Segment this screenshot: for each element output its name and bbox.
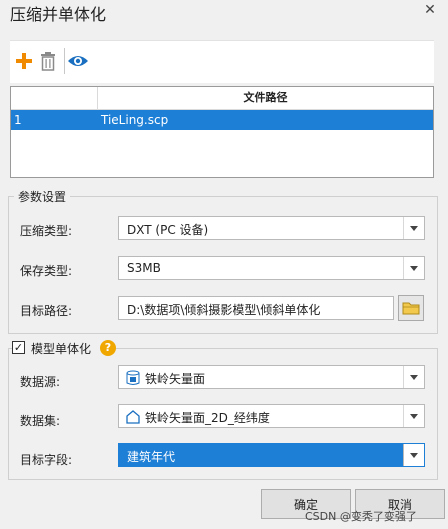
trash-icon[interactable]: [37, 51, 59, 71]
table-row[interactable]: 1 TieLing.scp: [11, 110, 433, 130]
window-title: 压缩并单体化: [10, 5, 107, 24]
browse-folder-button[interactable]: [398, 295, 424, 321]
chevron-down-icon[interactable]: [403, 405, 424, 427]
toolbar-separator: [64, 48, 65, 74]
datasource-label: 数据源:: [20, 375, 61, 389]
save-type-label: 保存类型:: [20, 264, 73, 278]
datasource-icon: [125, 370, 141, 389]
help-icon[interactable]: ?: [100, 340, 116, 356]
chevron-down-icon[interactable]: [403, 366, 424, 388]
table-header-index: [11, 87, 98, 110]
chevron-down-icon[interactable]: [403, 257, 424, 279]
dataset-select[interactable]: 铁岭矢量面_2D_经纬度: [118, 404, 425, 428]
target-path-field[interactable]: D:\数据项\倾斜摄影模型\倾斜单体化: [118, 296, 394, 320]
eye-icon[interactable]: [67, 51, 89, 71]
model-group-title: 模型单体化: [31, 342, 92, 356]
watermark: CSDN @变秃了变强了: [305, 510, 417, 523]
target-path-label: 目标路径:: [20, 304, 73, 318]
polygon-icon: [125, 409, 141, 428]
dataset-label: 数据集:: [20, 414, 61, 428]
row-index: 1: [14, 113, 22, 127]
params-group-title: 参数设置: [14, 188, 71, 205]
close-icon[interactable]: ✕: [421, 2, 439, 18]
plus-icon[interactable]: [13, 51, 35, 71]
chevron-down-icon[interactable]: [403, 444, 424, 466]
compress-type-label: 压缩类型:: [20, 224, 73, 238]
datasource-select[interactable]: 铁岭矢量面: [118, 365, 425, 389]
row-path: TieLing.scp: [101, 113, 169, 127]
table-header-path[interactable]: 文件路径: [98, 87, 433, 110]
field-label: 目标字段:: [20, 453, 73, 467]
model-checkbox[interactable]: ✓: [12, 341, 25, 354]
folder-icon: [402, 302, 420, 315]
chevron-down-icon[interactable]: [403, 217, 424, 239]
save-type-select[interactable]: S3MB: [118, 256, 425, 280]
field-select[interactable]: 建筑年代: [118, 443, 425, 467]
compress-type-select[interactable]: DXT (PC 设备): [118, 216, 425, 240]
